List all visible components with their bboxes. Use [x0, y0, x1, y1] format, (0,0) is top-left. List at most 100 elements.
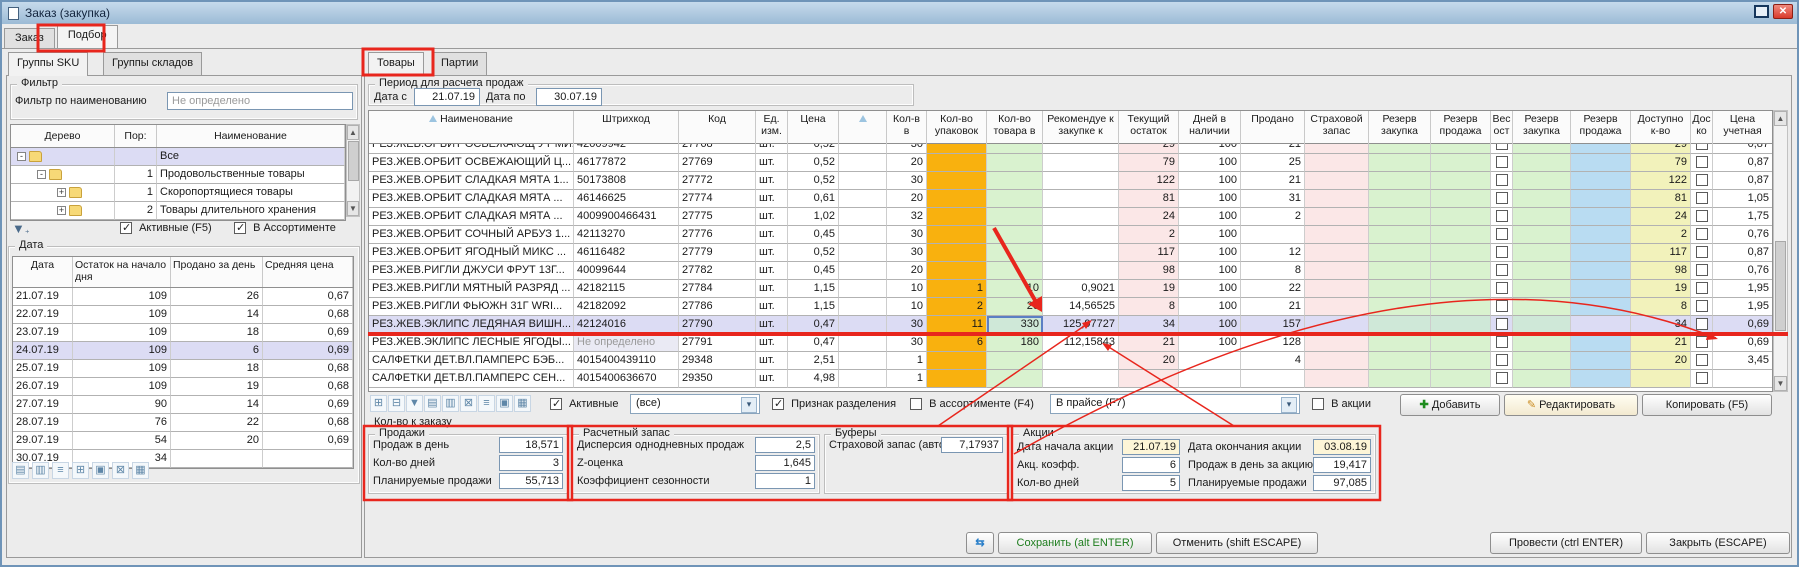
date-cell[interactable]: 14 [171, 306, 263, 324]
grid-icon[interactable]: ▤ [12, 462, 29, 479]
product-cell[interactable]: 122 [1631, 172, 1691, 190]
add-button[interactable]: ✚ Добавить [1400, 394, 1500, 416]
product-row[interactable]: РЕЗ.ЖЕВ.ОРБИТ СЛАДКАЯ МЯТА 1...501738082… [369, 172, 1772, 190]
product-cell[interactable]: 4009900466431 [574, 208, 679, 226]
column-header[interactable]: Резерв продажа [1571, 111, 1631, 144]
product-cell[interactable]: шт. [756, 244, 788, 262]
product-cell[interactable] [839, 298, 887, 316]
date-cell[interactable]: 23.07.19 [13, 324, 73, 342]
column-header[interactable]: Резерв продажа [1431, 111, 1491, 144]
product-cell[interactable]: 21 [1119, 334, 1179, 352]
product-cell[interactable]: 1,05 [1713, 190, 1772, 208]
product-cell[interactable] [1241, 370, 1305, 388]
product-cell[interactable]: 4 [1241, 352, 1305, 370]
product-cell[interactable] [1513, 172, 1571, 190]
product-cell[interactable]: 0,76 [1713, 226, 1772, 244]
row-checkbox-cell[interactable] [1691, 280, 1713, 298]
product-cell[interactable] [987, 352, 1043, 370]
product-cell[interactable]: РЕЗ.ЖЕВ.РИГЛИ МЯТНЫЙ РАЗРЯД ... [369, 280, 574, 298]
product-cell[interactable]: 180 [987, 334, 1043, 352]
product-cell[interactable]: 0,69 [1713, 334, 1772, 352]
tab-groups-sku[interactable]: Группы SKU [8, 52, 88, 76]
product-cell[interactable] [1369, 352, 1431, 370]
product-cell[interactable]: 34 [1631, 316, 1691, 334]
product-cell[interactable]: 30 [887, 316, 927, 334]
product-cell[interactable]: 330 [987, 316, 1043, 334]
product-cell[interactable]: 27784 [679, 280, 756, 298]
field-value[interactable]: 55,713 [499, 473, 563, 489]
product-cell[interactable]: 1,15 [788, 280, 839, 298]
product-cell[interactable]: 100 [1179, 172, 1241, 190]
date-cell[interactable]: 109 [73, 342, 171, 360]
checkbox-icon[interactable] [1496, 318, 1508, 330]
product-row[interactable]: РЕЗ.ЖЕВ.ОРБИТ ОСВЕЖАЮЩИЙ Ц...46177872277… [369, 154, 1772, 172]
product-cell[interactable]: 100 [1179, 262, 1241, 280]
product-cell[interactable] [1043, 370, 1119, 388]
product-cell[interactable] [1305, 226, 1369, 244]
remove-row-icon[interactable]: ⊟ [388, 395, 405, 412]
scroll-down-icon[interactable]: ▼ [1774, 376, 1787, 391]
field-value[interactable]: 19,417 [1313, 457, 1371, 473]
product-cell[interactable] [1369, 316, 1431, 334]
copy-button[interactable]: Копировать (F5) [1642, 394, 1772, 416]
column-header[interactable] [839, 111, 887, 144]
date-cell[interactable]: 22.07.19 [13, 306, 73, 324]
column-header[interactable]: Цена [788, 111, 839, 144]
product-cell[interactable] [1513, 298, 1571, 316]
product-cell[interactable] [1431, 226, 1491, 244]
product-cell[interactable] [1305, 208, 1369, 226]
product-cell[interactable]: шт. [756, 144, 788, 154]
checkbox-icon[interactable] [1496, 192, 1508, 204]
product-cell[interactable]: 8 [1631, 298, 1691, 316]
product-cell[interactable]: 3,45 [1713, 352, 1772, 370]
field-value[interactable]: 5 [1122, 475, 1180, 491]
product-cell[interactable]: 100 [1179, 334, 1241, 352]
cancel-button[interactable]: Отменить (shift ESCAPE) [1156, 532, 1318, 554]
product-cell[interactable] [1431, 144, 1491, 154]
product-cell[interactable] [987, 154, 1043, 172]
checkbox-icon[interactable] [1696, 192, 1708, 204]
checkbox-icon[interactable] [1496, 228, 1508, 240]
product-cell[interactable]: 128 [1241, 334, 1305, 352]
product-cell[interactable]: 27782 [679, 262, 756, 280]
product-cell[interactable]: 117 [1631, 244, 1691, 262]
product-cell[interactable] [1305, 262, 1369, 280]
date-cell[interactable]: 0,68 [263, 378, 353, 396]
product-cell[interactable]: 20 [887, 154, 927, 172]
product-cell[interactable]: шт. [756, 298, 788, 316]
product-cell[interactable]: 0,87 [1713, 144, 1772, 154]
column-header[interactable]: Кол-во товара в [987, 111, 1043, 144]
date-cell[interactable]: 18 [171, 360, 263, 378]
product-cell[interactable]: 2,51 [788, 352, 839, 370]
filter-by-name-input[interactable]: Не определено [167, 92, 353, 110]
scroll-up-icon[interactable]: ▲ [1774, 111, 1787, 126]
product-cell[interactable] [1571, 334, 1631, 352]
product-cell[interactable]: шт. [756, 172, 788, 190]
checkbox-icon[interactable] [1496, 300, 1508, 312]
row-checkbox-cell[interactable] [1691, 298, 1713, 316]
product-cell[interactable] [1305, 154, 1369, 172]
product-cell[interactable] [1431, 280, 1491, 298]
product-cell[interactable] [839, 208, 887, 226]
product-cell[interactable]: 6 [927, 334, 987, 352]
columns-icon[interactable]: ▦ [132, 462, 149, 479]
product-cell[interactable] [1369, 144, 1431, 154]
column-header[interactable]: Дос ко [1691, 111, 1713, 144]
product-cell[interactable]: 25 [1241, 154, 1305, 172]
column-header[interactable]: Штрихкод [574, 111, 679, 144]
product-cell[interactable]: 0,69 [1713, 316, 1772, 334]
in-promo-checkbox[interactable]: В акции [1312, 398, 1371, 410]
product-cell[interactable] [1431, 244, 1491, 262]
product-cell[interactable]: 27779 [679, 244, 756, 262]
product-cell[interactable]: 20 [987, 298, 1043, 316]
product-cell[interactable]: 42182115 [574, 280, 679, 298]
tab-groups-warehouses[interactable]: Группы складов [103, 52, 202, 76]
product-cell[interactable] [839, 172, 887, 190]
product-cell[interactable] [839, 190, 887, 208]
product-cell[interactable]: 0,47 [788, 316, 839, 334]
all-filter-combo[interactable]: (все) [630, 394, 760, 414]
product-cell[interactable]: РЕЗ.ЖЕВ.ОРБИТ ЯГОДНЫЙ МИКС ... [369, 244, 574, 262]
product-cell[interactable]: 27768 [679, 144, 756, 154]
product-cell[interactable] [1513, 154, 1571, 172]
row-checkbox-cell[interactable] [1491, 226, 1513, 244]
